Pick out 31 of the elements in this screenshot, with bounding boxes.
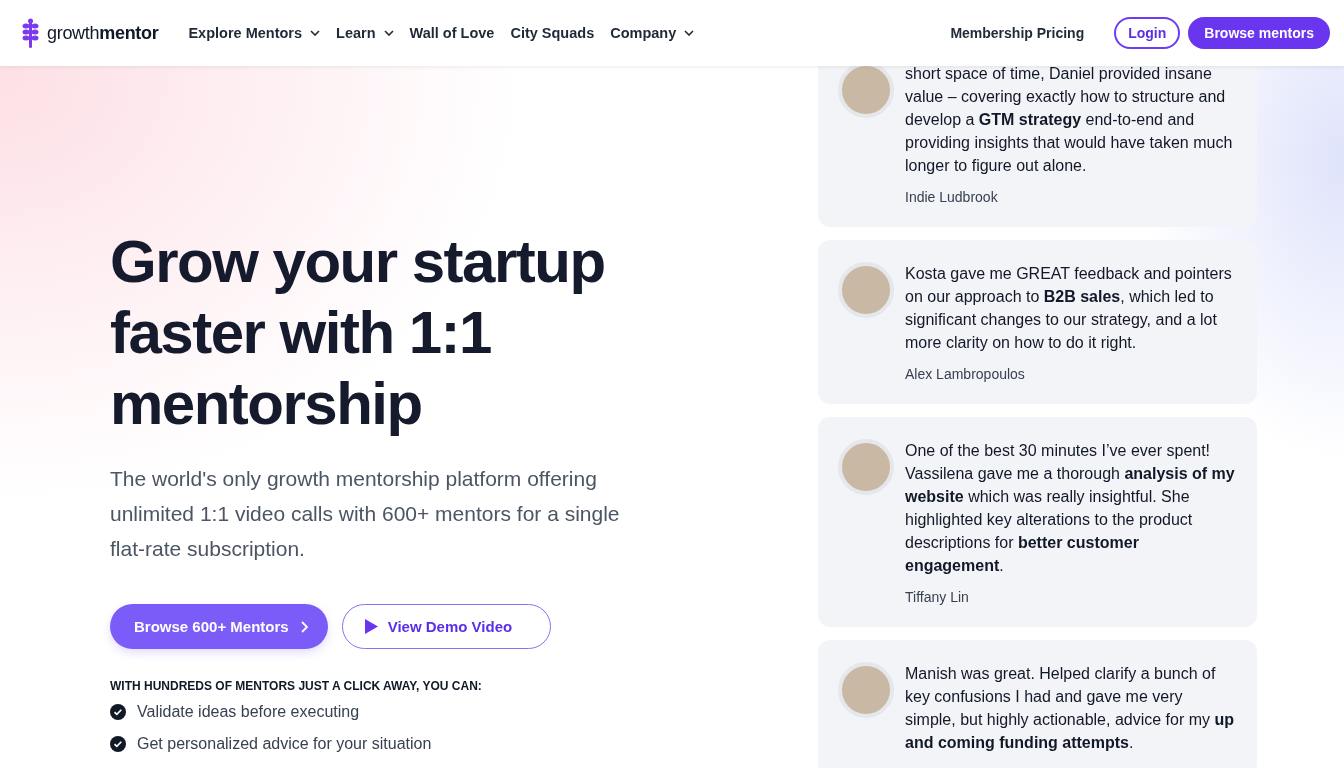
avatar-placeholder (838, 662, 894, 718)
hero-subtitle: The world's only growth mentorship platform offering unlimited 1:1 video calls with 600+ mentors for a single flat-rate subscription. (110, 466, 621, 562)
testimonial-author: Indie Ludbrook (905, 189, 999, 205)
wheat-logo-icon[interactable] (22, 18, 39, 48)
testimonial-author: Alex Lambropoulos (905, 366, 1026, 382)
testimonial-quote: One of the best 30 minutes I’ve ever spent! Vassilena gave me a thorough analysis of my website which was really insightful. She highlighted key alterations to the product descriptions for better customer engagement. (905, 441, 1236, 576)
benefit-text: Validate ideas before executing (137, 703, 360, 721)
nav-menu-item[interactable]: Explore Mentors (188, 25, 321, 41)
view-demo-video-button[interactable]: View Demo Video (341, 604, 552, 649)
logo-wordmark[interactable]: growthmentor (47, 22, 159, 44)
check-circle-icon (110, 704, 126, 720)
nav-menu-item[interactable]: Wall of Love (409, 25, 495, 41)
testimonial-quote: Manish was great. Helped clarify a bunch of key confusions I had and gave me very simple, but highly actionable, advice for my up and coming funding attempts. (905, 664, 1236, 753)
hero-heading: Grow your startup faster with 1:1 mentorship (110, 227, 606, 439)
nav-menu-item[interactable]: Company (610, 25, 695, 41)
avatar-placeholder (838, 439, 894, 495)
nav-menu-item[interactable]: Learn (336, 25, 394, 41)
browse-mentors-button[interactable]: Browse mentors (1188, 17, 1330, 49)
testimonial-quote: short space of time, Daniel provided insane value – covering exactly how to structure and develop a GTM strategy end-to-end and providing insights that would have taken much longer to figure out alone. (905, 64, 1234, 176)
browse-mentors-cta-button[interactable]: Browse 600+ Mentors (110, 604, 328, 649)
testimonial-author: Tiffany Lin (905, 589, 970, 605)
benefits-heading: WITH HUNDREDS OF MENTORS JUST A CLICK AWAY, YOU CAN: (110, 679, 483, 693)
check-circle-icon (110, 736, 126, 752)
chevron-right-icon (300, 620, 308, 633)
login-button[interactable]: Login (1114, 17, 1181, 49)
play-icon (364, 619, 378, 634)
nav-menu-item[interactable]: City Squads (510, 25, 595, 41)
testimonial-quote: Kosta gave me GREAT feedback and pointers on our approach to B2B sales, which led to significant changes to our strategy, and a lot more clarity on how to do it right. (905, 264, 1233, 353)
membership-pricing-link[interactable]: Membership Pricing (950, 25, 1085, 41)
benefit-text: Get personalized advice for your situation (137, 735, 432, 753)
avatar-placeholder (838, 262, 894, 318)
